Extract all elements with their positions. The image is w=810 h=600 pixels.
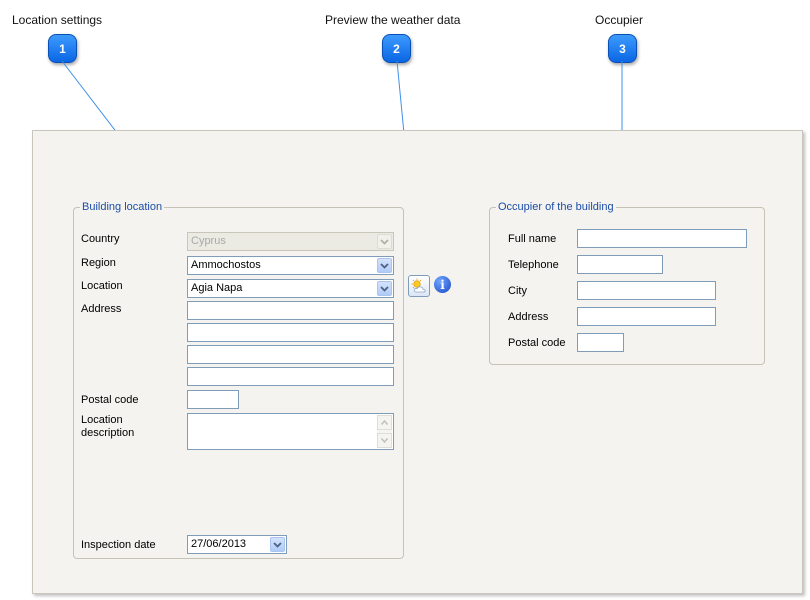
building-location-legend: Building location — [82, 201, 163, 213]
region-value: Ammochostos — [191, 259, 261, 271]
full-name-label: Full name — [508, 233, 557, 245]
scrollbar[interactable] — [377, 415, 392, 448]
chevron-down-icon[interactable] — [377, 258, 392, 273]
location-description-label-line1: Location — [81, 414, 123, 426]
postal-code-label: Postal code — [81, 394, 139, 406]
address-line-1-input[interactable] — [187, 301, 394, 320]
location-select[interactable]: Agia Napa — [187, 279, 394, 298]
occupier-address-label: Address — [508, 311, 549, 323]
region-label: Region — [81, 257, 116, 269]
address-line-3-input[interactable] — [187, 345, 394, 364]
occupier-postal-code-input[interactable] — [577, 333, 624, 352]
preview-weather-button[interactable] — [408, 275, 430, 297]
country-label: Country — [81, 233, 120, 245]
location-description-textarea[interactable] — [187, 413, 394, 450]
chevron-down-icon[interactable] — [377, 281, 392, 296]
info-icon[interactable]: i — [434, 276, 451, 293]
occupier-address-input[interactable] — [577, 307, 716, 326]
address-line-2-input[interactable] — [187, 323, 394, 342]
city-input[interactable] — [577, 281, 716, 300]
inspection-date-label: Inspection date — [81, 539, 156, 551]
scroll-down-icon[interactable] — [377, 433, 392, 448]
occupier-legend: Occupier of the building — [498, 201, 614, 213]
chevron-down-icon[interactable] — [270, 537, 285, 552]
address-label: Address — [81, 303, 122, 315]
inspection-date-value: 27/06/2013 — [191, 538, 247, 550]
city-label: City — [508, 285, 527, 297]
chevron-down-icon — [377, 234, 392, 249]
address-line-4-input[interactable] — [187, 367, 394, 386]
location-label: Location — [81, 280, 123, 292]
inspection-date-picker[interactable]: 27/06/2013 — [187, 535, 287, 554]
country-value: Cyprus — [191, 235, 226, 247]
weather-sun-cloud-icon — [411, 278, 426, 293]
scroll-up-icon[interactable] — [377, 415, 392, 430]
location-description-label-line2: description — [81, 427, 135, 439]
postal-code-input[interactable] — [187, 390, 239, 409]
country-select: Cyprus — [187, 232, 394, 251]
location-value: Agia Napa — [191, 282, 243, 294]
full-name-input[interactable] — [577, 229, 747, 248]
region-select[interactable]: Ammochostos — [187, 256, 394, 275]
telephone-input[interactable] — [577, 255, 663, 274]
telephone-label: Telephone — [508, 259, 559, 271]
settings-panel: Building location Country Cyprus Region … — [32, 130, 803, 594]
occupier-postal-code-label: Postal code — [508, 337, 566, 349]
